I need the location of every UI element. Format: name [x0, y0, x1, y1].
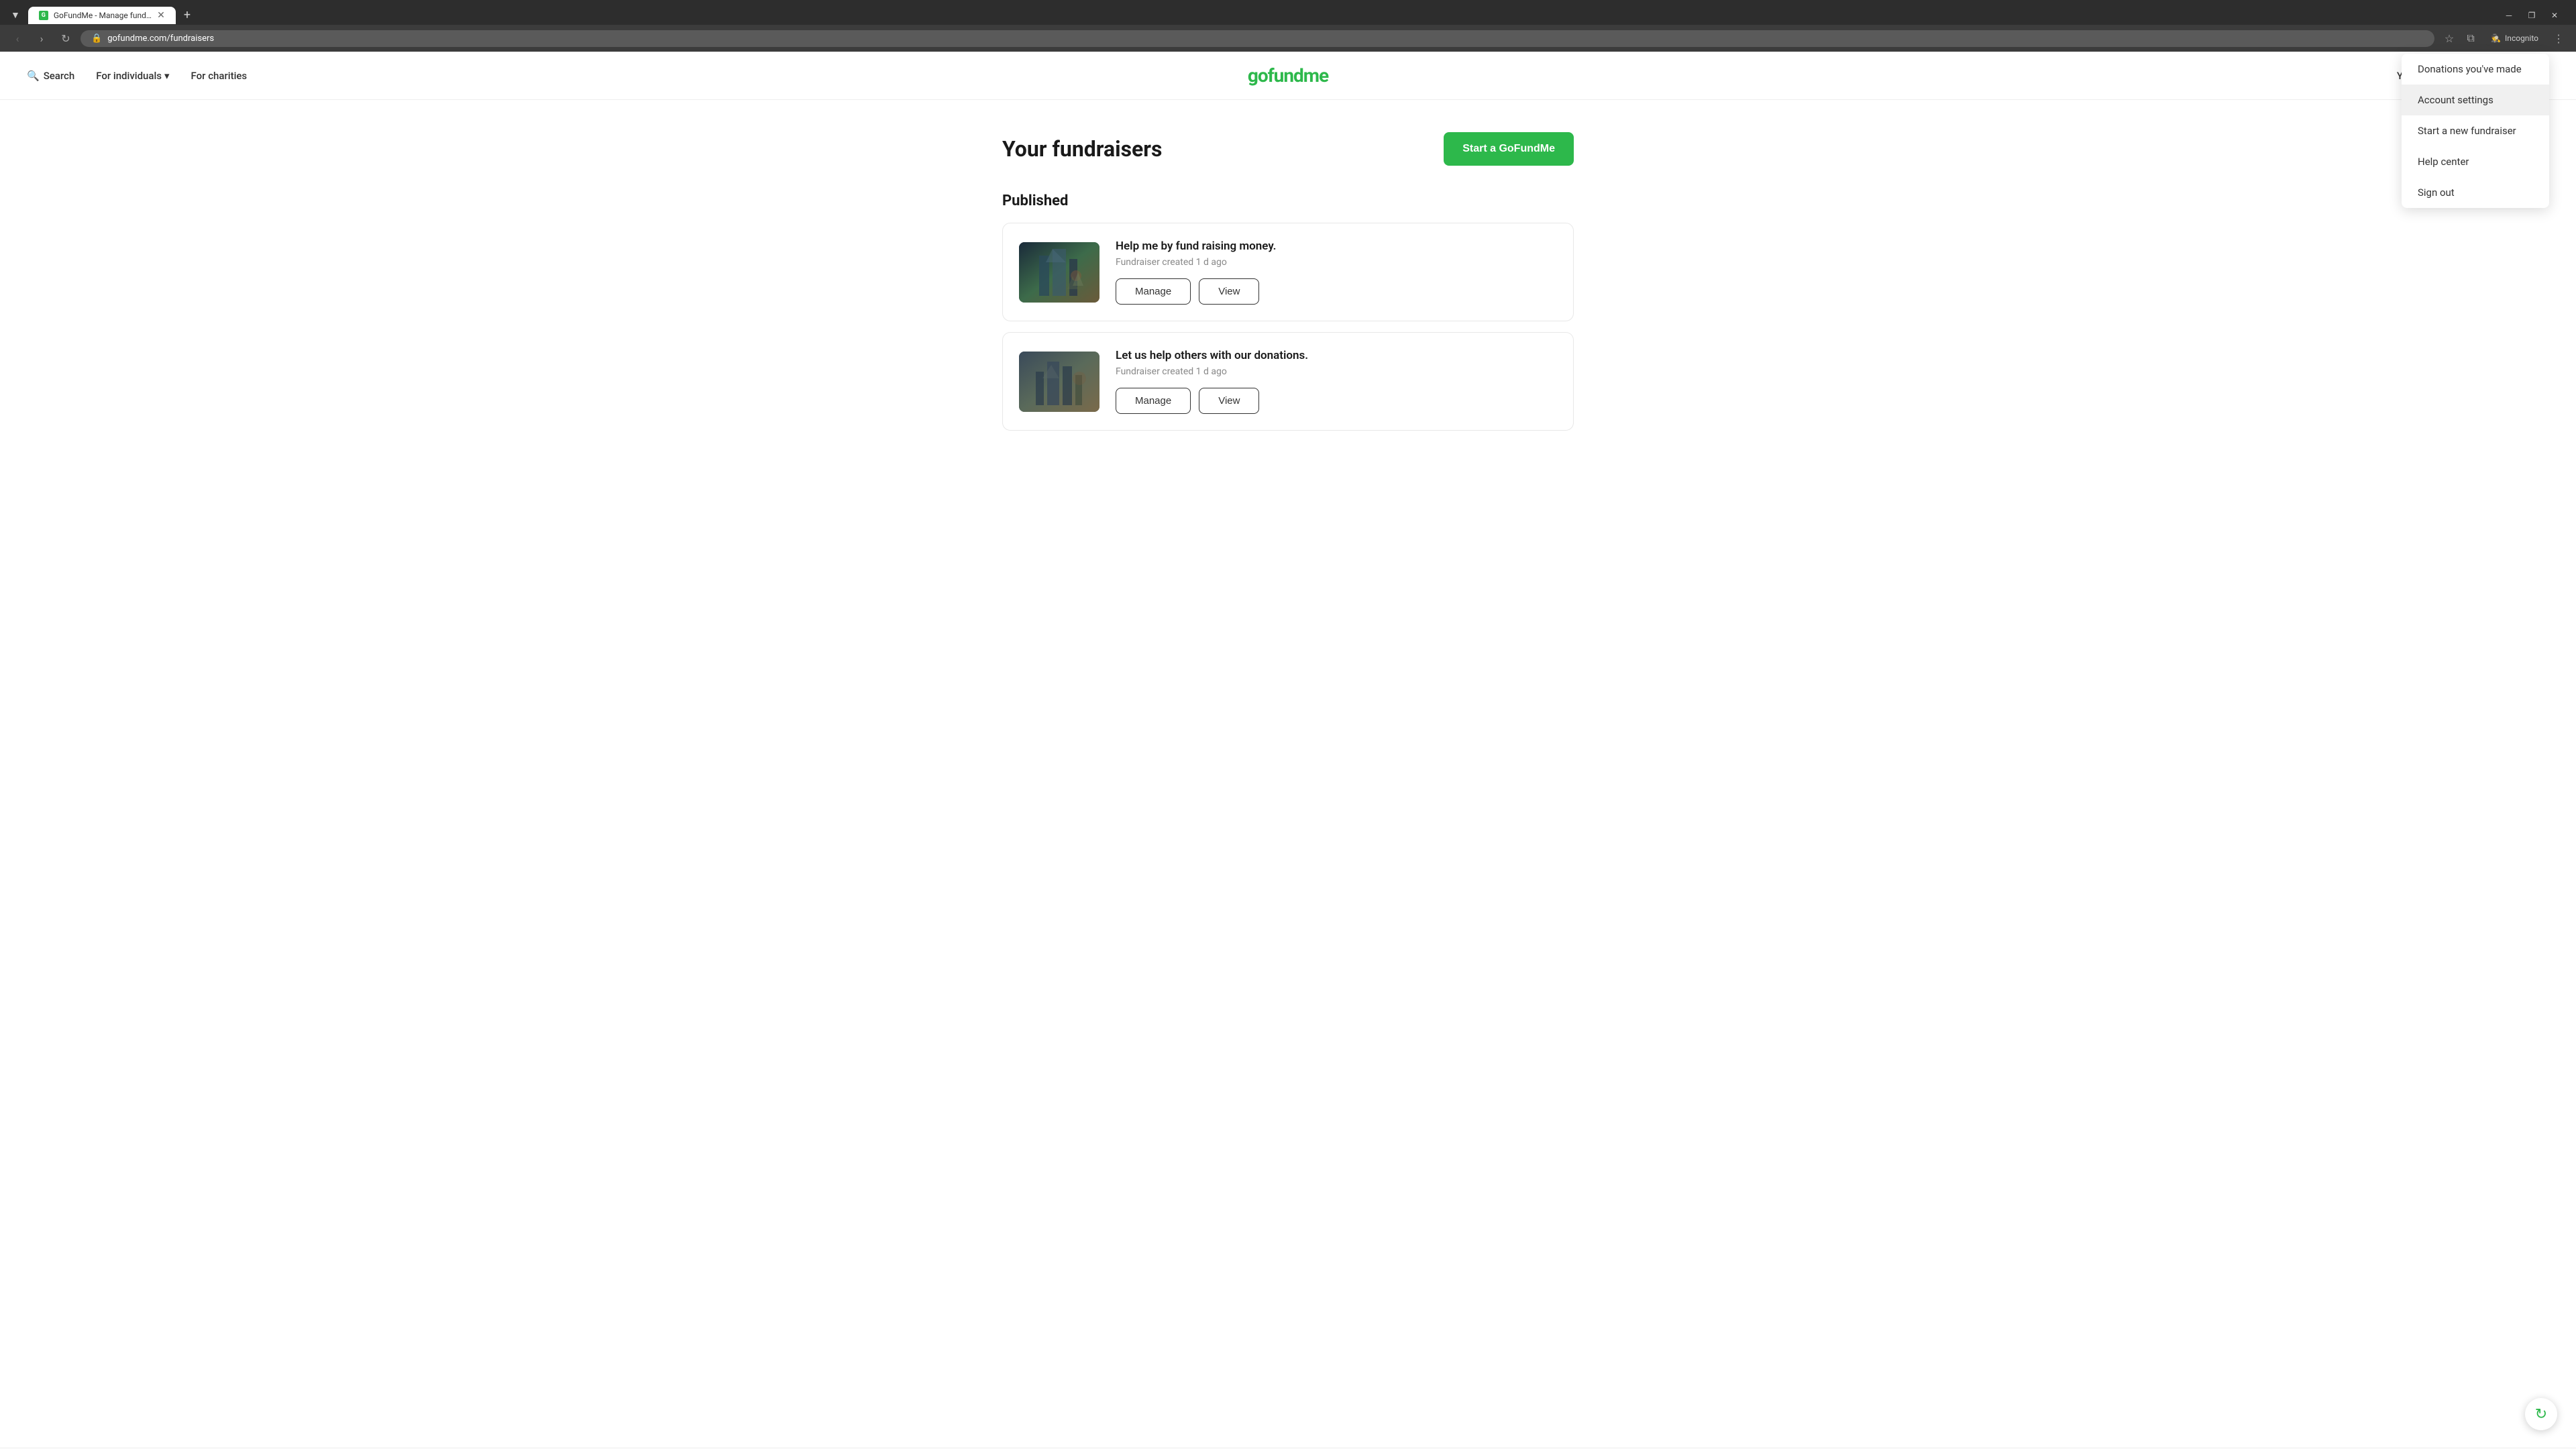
start-fundraiser-menu-item[interactable]: Start a new fundraiser: [2402, 115, 2549, 146]
tab-switcher[interactable]: ▼: [5, 7, 25, 23]
view-button-1[interactable]: View: [1199, 278, 1259, 305]
fundraiser-info-2: Let us help others with our donations. F…: [1116, 349, 1557, 414]
tab-close-button[interactable]: ✕: [157, 11, 165, 20]
help-center-menu-item[interactable]: Help center: [2402, 146, 2549, 177]
restore-button[interactable]: ❐: [2521, 7, 2542, 23]
split-screen-icon[interactable]: ⧉: [2461, 29, 2480, 48]
more-options-icon[interactable]: ⋮: [2549, 29, 2568, 48]
address-input-container[interactable]: 🔒 gofundme.com/fundraisers: [80, 30, 2434, 47]
fundraiser-title-1: Help me by fund raising money.: [1116, 239, 1557, 253]
view-button-2[interactable]: View: [1199, 388, 1259, 414]
bookmark-icon[interactable]: ☆: [2440, 29, 2459, 48]
page: 🔍 Search For individuals ▾ For charities…: [0, 52, 2576, 1447]
new-tab-button[interactable]: +: [178, 5, 196, 25]
browser-chrome: ▼ G GoFundMe - Manage fundraise... ✕ + ─…: [0, 0, 2576, 52]
incognito-badge[interactable]: 🕵 Incognito: [2483, 31, 2546, 46]
donations-made-menu-item[interactable]: Donations you've made: [2402, 54, 2549, 85]
chat-icon: ↻: [2535, 1406, 2547, 1423]
incognito-icon: 🕵: [2491, 34, 2501, 43]
incognito-label: Incognito: [2505, 34, 2538, 43]
for-individuals-label: For individuals: [96, 70, 162, 82]
fundraiser-image-2: [1019, 352, 1099, 412]
sign-out-menu-item[interactable]: Sign out: [2402, 177, 2549, 208]
back-button[interactable]: ‹: [8, 29, 27, 48]
active-tab[interactable]: G GoFundMe - Manage fundraise... ✕: [28, 7, 176, 24]
tab-title: GoFundMe - Manage fundraise...: [54, 11, 152, 20]
fundraiser-info-1: Help me by fund raising money. Fundraise…: [1116, 239, 1557, 305]
published-section-title: Published: [1002, 193, 1574, 209]
minimize-button[interactable]: ─: [2498, 7, 2520, 23]
user-dropdown-menu: Donations you've made Account settings S…: [2402, 54, 2549, 208]
gofundme-logo: gofundme: [1248, 64, 1328, 87]
address-text: gofundme.com/fundraisers: [107, 34, 214, 44]
fundraiser-card: Help me by fund raising money. Fundraise…: [1002, 223, 1574, 321]
reload-button[interactable]: ↻: [56, 29, 75, 48]
search-label: Search: [44, 70, 75, 82]
manage-button-1[interactable]: Manage: [1116, 278, 1191, 305]
search-icon: 🔍: [27, 70, 40, 82]
fundraiser-title-2: Let us help others with our donations.: [1116, 349, 1557, 362]
tab-favicon: G: [39, 11, 48, 20]
address-bar: ‹ › ↻ 🔒 gofundme.com/fundraisers ☆ ⧉ 🕵 I…: [0, 25, 2576, 52]
fundraiser-actions-2: Manage View: [1116, 388, 1557, 414]
site-header: 🔍 Search For individuals ▾ For charities…: [0, 52, 2576, 100]
for-individuals-nav-item[interactable]: For individuals ▾: [96, 70, 169, 82]
fundraiser-actions-1: Manage View: [1116, 278, 1557, 305]
tab-bar: ▼ G GoFundMe - Manage fundraise... ✕ + ─…: [0, 0, 2576, 25]
toolbar-icons: ☆ ⧉ 🕵 Incognito ⋮: [2440, 29, 2568, 48]
fundraiser-meta-2: Fundraiser created 1 d ago: [1116, 366, 1557, 377]
for-charities-nav-item[interactable]: For charities: [191, 70, 248, 82]
start-gofundme-button[interactable]: Start a GoFundMe: [1444, 132, 1574, 166]
close-button[interactable]: ✕: [2544, 7, 2565, 23]
page-title: Your fundraisers: [1002, 136, 1162, 162]
fundraiser-card-2: Let us help others with our donations. F…: [1002, 332, 1574, 431]
page-header: Your fundraisers Start a GoFundMe: [1002, 132, 1574, 166]
main-content: Your fundraisers Start a GoFundMe Publis…: [986, 100, 1590, 474]
for-charities-label: For charities: [191, 70, 248, 82]
chevron-down-icon: ▾: [164, 70, 170, 82]
manage-button-2[interactable]: Manage: [1116, 388, 1191, 414]
fundraiser-image-1: [1019, 242, 1099, 303]
window-controls: ─ ❐ ✕: [2498, 7, 2571, 23]
account-settings-menu-item[interactable]: Account settings: [2402, 85, 2549, 115]
logo-container[interactable]: gofundme: [1248, 64, 1328, 87]
chat-widget[interactable]: ↻: [2525, 1398, 2557, 1430]
fundraiser-meta-1: Fundraiser created 1 d ago: [1116, 257, 1557, 268]
forward-button[interactable]: ›: [32, 29, 51, 48]
search-nav-item[interactable]: 🔍 Search: [27, 70, 74, 82]
header-left: 🔍 Search For individuals ▾ For charities: [27, 70, 247, 82]
